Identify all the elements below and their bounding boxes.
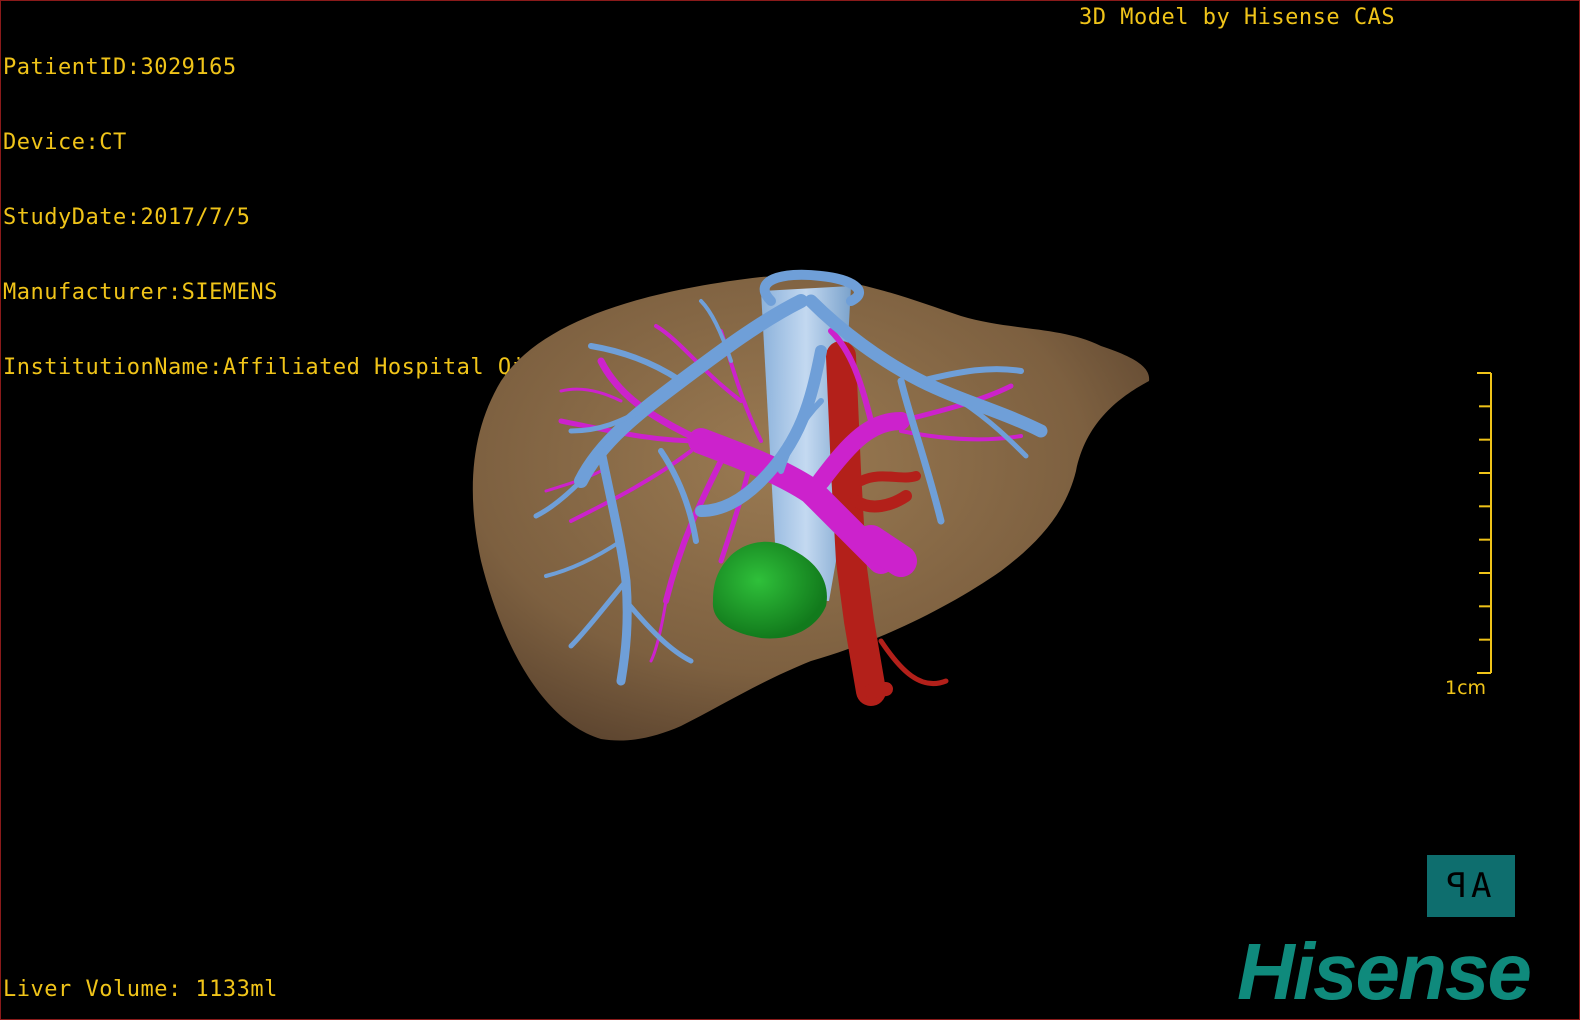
liver-volume-text: Liver Volume: 1133ml [3,977,278,1002]
scale-bar [1477,372,1492,674]
liver-3d-model[interactable] [1,1,1579,1019]
orientation-toggle-button[interactable]: ꟼ A [1427,855,1515,917]
scale-label: 1cm [1445,677,1487,699]
orientation-right-glyph: A [1471,866,1496,906]
hisense-logo: Hisense [1237,927,1532,1016]
orientation-left-glyph: ꟼ [1446,866,1472,906]
3d-viewport[interactable]: PatientID:3029165 Device:CT StudyDate:20… [0,0,1580,1020]
